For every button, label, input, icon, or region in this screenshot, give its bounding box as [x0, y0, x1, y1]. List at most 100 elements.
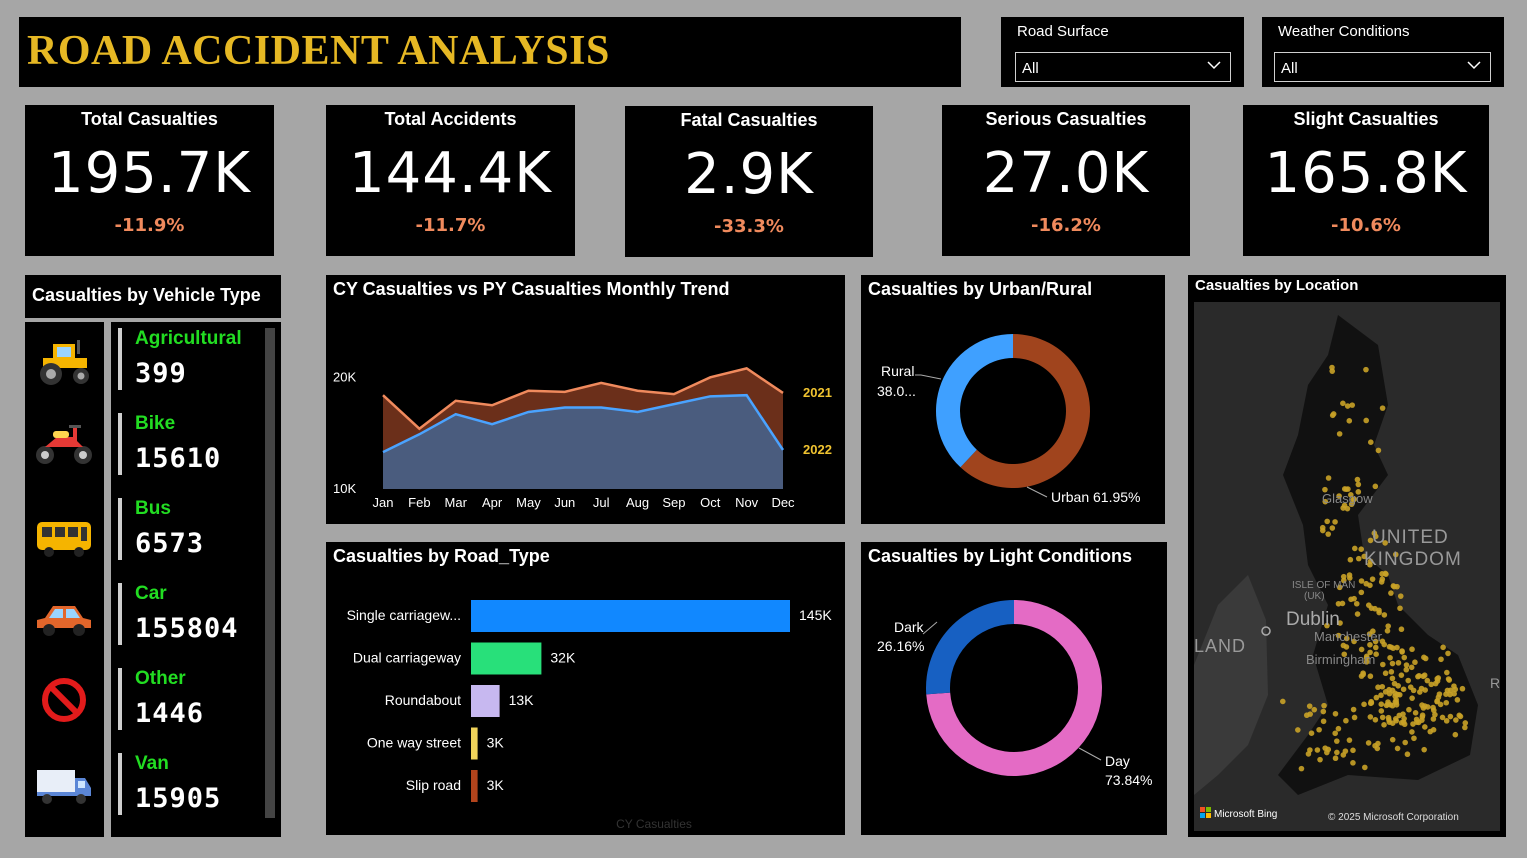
- accident-point: [1334, 738, 1340, 744]
- kpi-change: -11.7%: [415, 215, 486, 236]
- accident-point: [1376, 609, 1382, 616]
- tractor-icon: [40, 340, 89, 385]
- map-label: ISLE OF MAN: [1292, 580, 1355, 591]
- bar-value-label: 145K: [799, 607, 832, 623]
- accident-point: [1329, 364, 1335, 371]
- weather-dropdown[interactable]: All: [1274, 52, 1491, 82]
- accident-point: [1343, 644, 1350, 650]
- accident-point: [1402, 739, 1408, 746]
- kpi-title: Fatal Casualties: [680, 110, 818, 130]
- accident-point: [1354, 476, 1361, 483]
- vehicle-value: 155804: [135, 613, 239, 644]
- accident-point: [1378, 692, 1384, 699]
- accident-point: [1422, 724, 1428, 730]
- accident-point: [1459, 685, 1466, 692]
- accident-point: [1320, 718, 1327, 725]
- accident-point: [1348, 596, 1354, 603]
- accident-point: [1408, 664, 1415, 671]
- accident-point: [1311, 706, 1318, 713]
- page-title: ROAD ACCIDENT ANALYSIS: [27, 28, 610, 74]
- accident-point: [1409, 695, 1415, 701]
- accident-point: [1319, 527, 1326, 534]
- bar: [471, 642, 542, 675]
- slice-name-day: Day: [1105, 753, 1130, 769]
- weather-label: Weather Conditions: [1278, 23, 1410, 40]
- accident-point: [1334, 749, 1340, 756]
- bar: [471, 770, 478, 802]
- accident-point: [1427, 728, 1434, 735]
- bar-value-label: 3K: [487, 777, 505, 793]
- accident-point: [1298, 765, 1305, 772]
- accident-point: [1307, 747, 1313, 753]
- x-tick-label: Oct: [700, 495, 721, 510]
- map-label: KINGDOM: [1364, 549, 1462, 570]
- accident-point: [1378, 579, 1385, 585]
- accident-point: [1399, 649, 1405, 655]
- accident-point: [1400, 719, 1407, 725]
- trend-svg: 20K 10K Jan Feb Mar Apr May Jun Jul Aug Sep Oct Nov D…: [333, 367, 832, 510]
- accident-point: [1363, 417, 1370, 424]
- accident-point: [1394, 691, 1400, 698]
- accident-point: [1339, 600, 1346, 607]
- list-item: Bus 6573: [118, 498, 258, 560]
- accident-point: [1388, 669, 1395, 675]
- x-axis-label: CY Casualties: [616, 817, 692, 831]
- van-icon: [37, 770, 91, 804]
- accident-point: [1367, 714, 1374, 720]
- list-item: Agricultural 399: [118, 328, 258, 390]
- accident-point: [1350, 706, 1357, 713]
- accident-point: [1336, 431, 1343, 437]
- bar-value-label: 32K: [550, 650, 576, 666]
- vehicle-name: Agricultural: [135, 328, 242, 349]
- urban-rural-svg: Urban 61.95% Rural 38.0...: [877, 334, 1141, 505]
- accident-point: [1443, 691, 1449, 697]
- x-tick-label: Mar: [445, 495, 468, 510]
- accident-point: [1378, 708, 1385, 714]
- road-surface-dropdown[interactable]: All: [1015, 52, 1231, 82]
- kpi-total-accidents: Total Accidents 144.4K -11.7%: [326, 105, 575, 256]
- accident-point: [1387, 654, 1393, 661]
- accident-point: [1279, 698, 1286, 705]
- slice-name-rural: Rural: [881, 363, 914, 379]
- slice-label-rural: 38.0...: [877, 383, 916, 399]
- accident-point: [1389, 736, 1396, 743]
- accident-point: [1308, 730, 1315, 736]
- accident-point: [1419, 717, 1425, 723]
- scrollbar[interactable]: [265, 328, 275, 818]
- accident-point: [1335, 725, 1342, 732]
- map-label: (UK): [1304, 591, 1325, 602]
- vehicle-type-title: Casualties by Vehicle Type: [32, 285, 261, 305]
- map-label: Dublin: [1286, 609, 1340, 630]
- accident-point: [1462, 720, 1469, 726]
- x-tick-label: Feb: [408, 495, 430, 510]
- accident-point: [1382, 570, 1389, 577]
- weather-slicer: Weather Conditions All: [1262, 17, 1504, 87]
- kpi-value: 144.4K: [348, 141, 553, 206]
- chevron-down-icon: [1467, 61, 1481, 70]
- leader-line: [1078, 747, 1102, 761]
- urban-rural-chart: Casualties by Urban/Rural Urban 61.95% Ru…: [861, 275, 1165, 524]
- accident-point: [1383, 702, 1390, 709]
- accident-point: [1419, 702, 1425, 708]
- accident-point: [1360, 670, 1366, 676]
- kpi-value: 195.7K: [47, 141, 252, 206]
- kpi-total-casualties: Total Casualties 195.7K -11.9%: [25, 105, 274, 256]
- accident-point: [1447, 713, 1454, 720]
- kpi-change: -11.9%: [114, 215, 185, 236]
- accident-point: [1358, 589, 1365, 596]
- category-label: Slip road: [406, 777, 461, 793]
- vehicle-icons-column: [25, 322, 104, 837]
- slice-label-dark: 26.16%: [877, 638, 924, 654]
- accident-point: [1438, 656, 1444, 663]
- accident-point: [1417, 689, 1423, 695]
- accident-point: [1355, 555, 1362, 562]
- category-label: Single carriagew...: [347, 607, 461, 623]
- accident-point: [1303, 712, 1310, 719]
- accident-point: [1434, 698, 1441, 704]
- accident-point: [1384, 628, 1391, 634]
- accident-point: [1350, 760, 1356, 766]
- accident-point: [1386, 716, 1392, 723]
- accident-point: [1340, 400, 1346, 407]
- location-map[interactable]: Glasgow UNITED KINGDOM ISLE OF MAN (UK) …: [1188, 275, 1506, 837]
- accident-point: [1365, 740, 1372, 746]
